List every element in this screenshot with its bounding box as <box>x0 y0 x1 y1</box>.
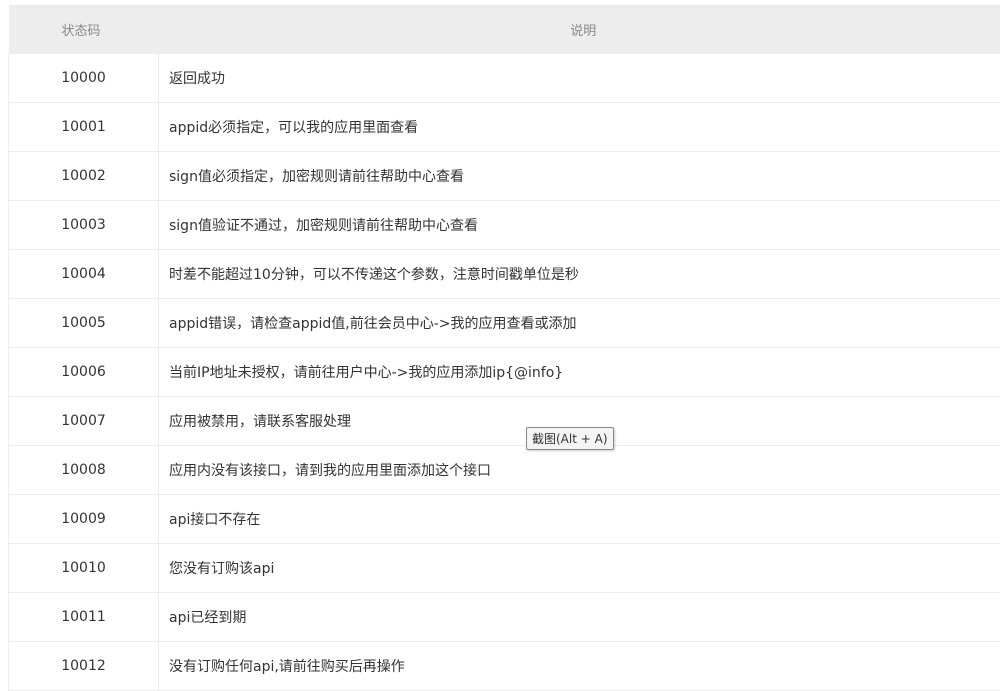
table-row: 10007应用被禁用，请联系客服处理 <box>9 397 1000 446</box>
status-code: 10010 <box>9 544 159 593</box>
table-row: 10002sign值必须指定，加密规则请前往帮助中心查看 <box>9 152 1000 201</box>
table-row: 10011api已经到期 <box>9 593 1000 642</box>
table-row: 10001appid必须指定，可以我的应用里面查看 <box>9 103 1000 152</box>
table-row: 10008应用内没有该接口，请到我的应用里面添加这个接口 <box>9 446 1000 495</box>
status-code: 10001 <box>9 103 159 152</box>
table-row: 10010您没有订购该api <box>9 544 1000 593</box>
screenshot-tooltip: 截图(Alt + A) <box>526 427 614 450</box>
table-row: 10012没有订购任何api,请前往购买后再操作 <box>9 642 1000 691</box>
status-description: 返回成功 <box>159 54 1000 103</box>
status-description: appid错误，请检查appid值,前往会员中心->我的应用查看或添加 <box>159 299 1000 348</box>
status-code: 10005 <box>9 299 159 348</box>
status-description: api已经到期 <box>159 593 1000 642</box>
status-description: appid必须指定，可以我的应用里面查看 <box>159 103 1000 152</box>
status-description: sign值必须指定，加密规则请前往帮助中心查看 <box>159 152 1000 201</box>
status-code: 10004 <box>9 250 159 299</box>
status-code: 10002 <box>9 152 159 201</box>
header-code: 状态码 <box>9 5 159 54</box>
status-description: 应用内没有该接口，请到我的应用里面添加这个接口 <box>159 446 1000 495</box>
status-description: api接口不存在 <box>159 495 1000 544</box>
table-row: 10009api接口不存在 <box>9 495 1000 544</box>
table-row: 10005appid错误，请检查appid值,前往会员中心->我的应用查看或添加 <box>9 299 1000 348</box>
status-code: 10006 <box>9 348 159 397</box>
status-description: 时差不能超过10分钟，可以不传递这个参数，注意时间戳单位是秒 <box>159 250 1000 299</box>
status-description: 您没有订购该api <box>159 544 1000 593</box>
table-row: 10004时差不能超过10分钟，可以不传递这个参数，注意时间戳单位是秒 <box>9 250 1000 299</box>
header-description: 说明 <box>159 5 1000 54</box>
status-code: 10000 <box>9 54 159 103</box>
status-code: 10009 <box>9 495 159 544</box>
status-description: 没有订购任何api,请前往购买后再操作 <box>159 642 1000 691</box>
status-code: 10008 <box>9 446 159 495</box>
status-code: 10007 <box>9 397 159 446</box>
table-row: 10006当前IP地址未授权，请前往用户中心->我的应用添加ip{@info} <box>9 348 1000 397</box>
table-row: 10000返回成功 <box>9 54 1000 103</box>
status-code-table: 状态码 说明 10000返回成功10001appid必须指定，可以我的应用里面查… <box>8 5 1000 691</box>
status-description: 当前IP地址未授权，请前往用户中心->我的应用添加ip{@info} <box>159 348 1000 397</box>
table-row: 10003sign值验证不通过，加密规则请前往帮助中心查看 <box>9 201 1000 250</box>
status-description: sign值验证不通过，加密规则请前往帮助中心查看 <box>159 201 1000 250</box>
table-header: 状态码 说明 <box>9 5 1000 54</box>
status-code: 10011 <box>9 593 159 642</box>
status-code: 10012 <box>9 642 159 691</box>
status-code: 10003 <box>9 201 159 250</box>
